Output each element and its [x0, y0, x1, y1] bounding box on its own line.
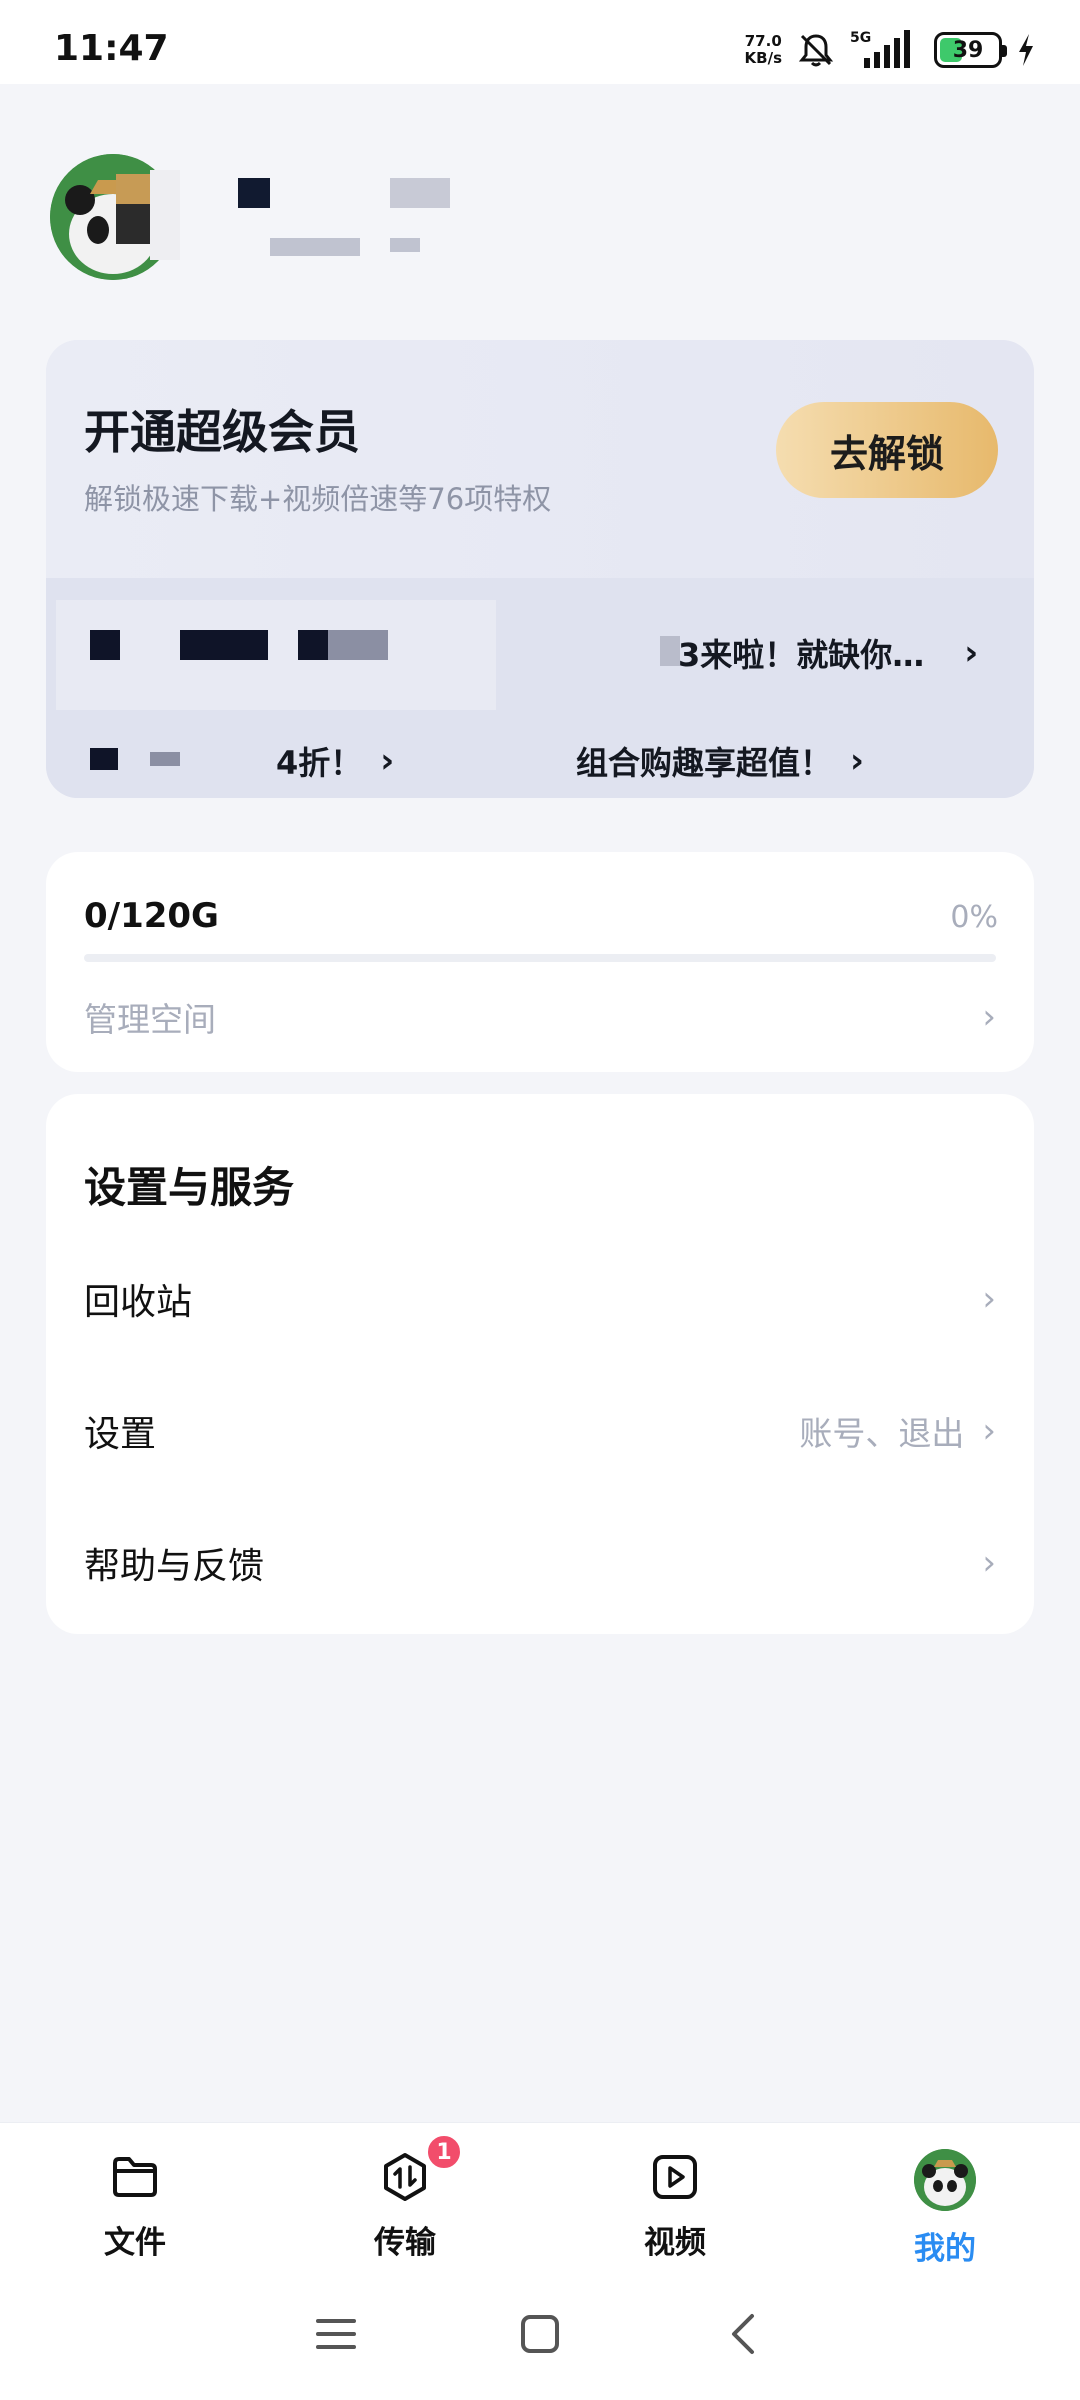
storage-card: 0/120G 0% 管理空间 › [46, 852, 1034, 1072]
settings-row-right: › [982, 1279, 996, 1319]
chevron-right-icon: › [964, 633, 979, 673]
unlock-button[interactable]: 去解锁 [776, 402, 998, 498]
settings-row-label: 设置 [84, 1414, 157, 1455]
user-name: 139 [225, 172, 296, 212]
signal-icon: 5G [850, 28, 920, 72]
promo-item-3[interactable]: 组合购趣享超值！ › [576, 738, 864, 784]
network-speed-unit: KB/s [744, 49, 782, 67]
redacted-promo-block [298, 630, 328, 660]
redacted-promo-block [660, 636, 680, 666]
battery-icon: 39 [934, 32, 1007, 68]
chevron-right-icon: › [982, 997, 996, 1037]
nav-tab-label: 视频 [644, 2225, 706, 2261]
settings-row-settings[interactable]: 设置 账号、退出 › [84, 1376, 996, 1486]
nav-tab-label: 文件 [104, 2225, 166, 2261]
status-time: 11:47 [54, 28, 169, 69]
system-nav-bar [0, 2272, 1080, 2400]
chevron-right-icon: › [380, 741, 395, 781]
settings-title: 设置与服务 [84, 1163, 295, 1212]
back-icon[interactable] [722, 2312, 766, 2360]
redacted-promo-block [150, 752, 180, 766]
profile-avatar-icon [914, 2149, 976, 2211]
nav-tab-files[interactable]: 文件 [0, 2123, 270, 2272]
video-icon [653, 2155, 697, 2199]
battery-tip [1002, 45, 1007, 57]
promo-item-1[interactable]: 3来啦！就缺你… › [678, 630, 978, 676]
storage-progress-bar [84, 954, 996, 962]
transfer-badge: 1 [425, 2133, 463, 2171]
promo-item-1-label: 3来啦！就缺你… [678, 636, 925, 674]
redacted-name-block [150, 170, 180, 260]
redacted-sub-block [270, 238, 360, 256]
vip-promotions: 3来啦！就缺你… › 4折！ › 组合购趣享超值！ › [46, 578, 1034, 798]
settings-row-recycle-bin[interactable]: 回收站 › [84, 1244, 996, 1354]
storage-used: 0/120G [84, 896, 219, 936]
network-speed: 77.0 KB/s [745, 33, 782, 67]
settings-row-right: › [982, 1543, 996, 1583]
redacted-promo-block [56, 600, 496, 710]
home-icon[interactable] [518, 2312, 562, 2360]
chevron-right-icon: › [982, 1543, 996, 1583]
promo-item-2-label: 4折！ [276, 744, 363, 782]
charging-icon [1016, 32, 1036, 68]
nav-tab-label: 我的 [914, 2231, 976, 2267]
nav-tab-video[interactable]: 视频 [540, 2123, 810, 2272]
redacted-promo-block [90, 630, 120, 660]
transfer-icon [384, 2153, 426, 2201]
promo-item-3-label: 组合购趣享超值！ [576, 744, 833, 782]
settings-row-help-feedback[interactable]: 帮助与反馈 › [84, 1508, 996, 1618]
mute-bell-icon [796, 30, 836, 70]
chevron-right-icon: › [982, 1411, 996, 1451]
promo-item-2[interactable]: 4折！ › [236, 738, 394, 784]
status-bar: 11:47 77.0 KB/s 5G 39 [0, 0, 1080, 84]
settings-card: 设置与服务 回收站 › 设置 账号、退出 › 帮助与反馈 › [46, 1094, 1034, 1634]
vip-subtitle: 解锁极速下载+视频倍速等76项特权 [84, 482, 552, 516]
nav-tab-label: 传输 [374, 2225, 436, 2261]
settings-row-right: 账号、退出 › [799, 1407, 996, 1455]
settings-row-extra: 账号、退出 [799, 1414, 965, 1453]
redacted-promo-block [90, 748, 118, 770]
chevron-right-icon: › [982, 1279, 996, 1319]
manage-space-row[interactable]: 管理空间 › [84, 982, 996, 1052]
storage-percent: 0% [950, 900, 998, 935]
redacted-sub-block [390, 238, 420, 252]
nav-tab-me[interactable]: 我的 [810, 2123, 1080, 2272]
vip-header: 开通超级会员 解锁极速下载+视频倍速等76项特权 去解锁 [46, 340, 1034, 578]
redacted-promo-block [180, 630, 268, 660]
menu-icon[interactable] [314, 2312, 358, 2360]
network-speed-value: 77.0 [744, 32, 782, 50]
battery-level: 39 [952, 37, 984, 63]
chevron-right-icon: › [850, 741, 865, 781]
settings-row-label: 回收站 [84, 1282, 193, 1323]
manage-space-label: 管理空间 [84, 1000, 216, 1039]
folder-icon [113, 2157, 157, 2197]
status-icons: 77.0 KB/s 5G 39 [745, 26, 1036, 74]
redacted-promo-block [328, 630, 388, 660]
nav-tab-transfer[interactable]: 1 传输 [270, 2123, 540, 2272]
settings-row-label: 帮助与反馈 [84, 1546, 265, 1587]
redacted-name-block [390, 178, 450, 208]
vip-title: 开通超级会员 [84, 405, 360, 459]
vip-card[interactable]: 开通超级会员 解锁极速下载+视频倍速等76项特权 去解锁 3来啦！就缺你… › … [46, 340, 1034, 798]
bottom-nav: 文件 1 传输 视频 我的 [0, 2122, 1080, 2272]
